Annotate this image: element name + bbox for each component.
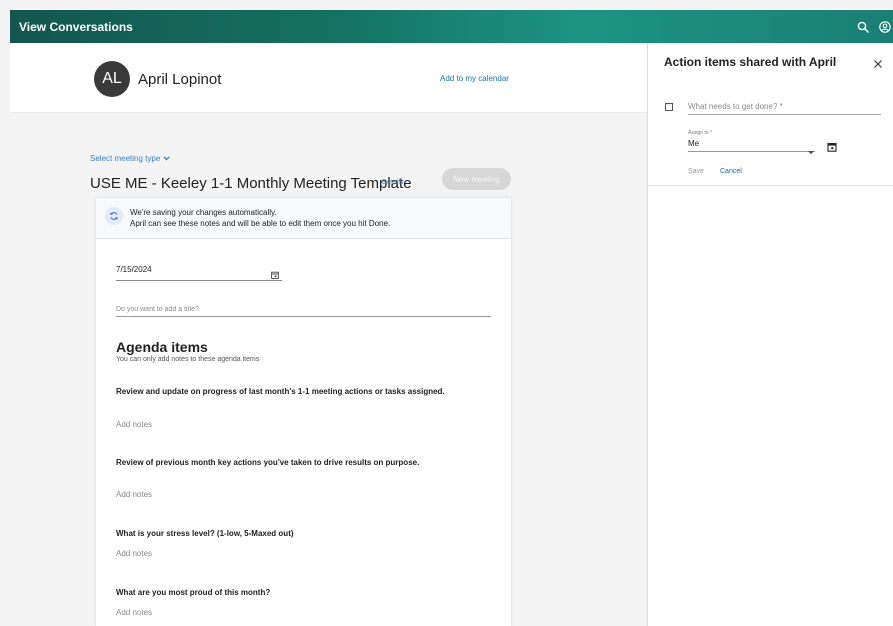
- chevron-down-icon: [163, 154, 170, 163]
- header-actions: [857, 10, 893, 43]
- app-title: View Conversations: [19, 19, 133, 34]
- assign-to-value: Me: [688, 139, 700, 148]
- assign-to-label: Assign to *: [688, 130, 712, 136]
- close-icon[interactable]: [872, 57, 884, 69]
- template-title: USE ME - Keeley 1-1 Monthly Meeting Temp…: [90, 175, 412, 192]
- caret-down-icon: [808, 142, 814, 160]
- notice-line-2: April can see these notes and will be ab…: [130, 219, 391, 228]
- main-content: AL April Lopinot Add to my calendar Sele…: [10, 43, 648, 626]
- meeting-title-input[interactable]: [116, 303, 491, 317]
- panel-title: Action items shared with April: [664, 55, 837, 69]
- agenda-item-notes[interactable]: Add notes: [116, 490, 152, 499]
- agenda-item-title: Review of previous month key actions you…: [116, 458, 420, 467]
- autosave-notice: We're saving your changes automatically.…: [96, 198, 511, 239]
- agenda-subheading: You can only add notes to these agenda i…: [116, 356, 260, 363]
- person-name: April Lopinot: [138, 71, 222, 88]
- sync-icon: [105, 207, 123, 225]
- agenda-item-notes[interactable]: Add notes: [116, 608, 152, 617]
- account-icon[interactable]: [879, 20, 891, 33]
- notice-line-1: We're saving your changes automatically.: [130, 208, 277, 217]
- search-icon[interactable]: [857, 21, 869, 33]
- panel-divider: [648, 185, 893, 186]
- calendar-icon[interactable]: [271, 266, 279, 284]
- assign-to-select[interactable]: Me: [688, 138, 815, 155]
- action-items-panel: Action items shared with April Assign to…: [647, 43, 893, 626]
- agenda-item-title: Review and update on progress of last mo…: [116, 387, 445, 396]
- cancel-button[interactable]: Cancel: [720, 168, 742, 175]
- profile-header: AL April Lopinot Add to my calendar: [10, 43, 648, 113]
- agenda-heading: Agenda items: [116, 339, 208, 355]
- due-date-calendar-icon[interactable]: [827, 139, 837, 157]
- agenda-item-title: What is your stress level? (1-low, 5-Max…: [116, 529, 294, 538]
- add-to-calendar-link[interactable]: Add to my calendar: [440, 74, 509, 83]
- action-item-checkbox[interactable]: [665, 103, 673, 111]
- top-bar: View Conversations: [10, 10, 893, 43]
- save-button[interactable]: Save: [688, 168, 704, 175]
- meeting-type-selector[interactable]: Select meeting type: [90, 154, 170, 163]
- agenda-item-title: What are you most proud of this month?: [116, 588, 271, 597]
- meeting-date-field[interactable]: 7/15/2024: [116, 265, 282, 281]
- details-link[interactable]: Details: [382, 179, 403, 186]
- action-item-input[interactable]: [688, 98, 881, 115]
- meeting-date-value: 7/15/2024: [116, 265, 152, 274]
- agenda-item-notes[interactable]: Add notes: [116, 420, 152, 429]
- avatar: AL: [94, 61, 130, 97]
- new-meeting-button[interactable]: New meeting: [442, 168, 511, 190]
- agenda-item-notes[interactable]: Add notes: [116, 549, 152, 558]
- meeting-type-label: Select meeting type: [90, 154, 161, 163]
- meeting-notes-card: We're saving your changes automatically.…: [96, 198, 511, 626]
